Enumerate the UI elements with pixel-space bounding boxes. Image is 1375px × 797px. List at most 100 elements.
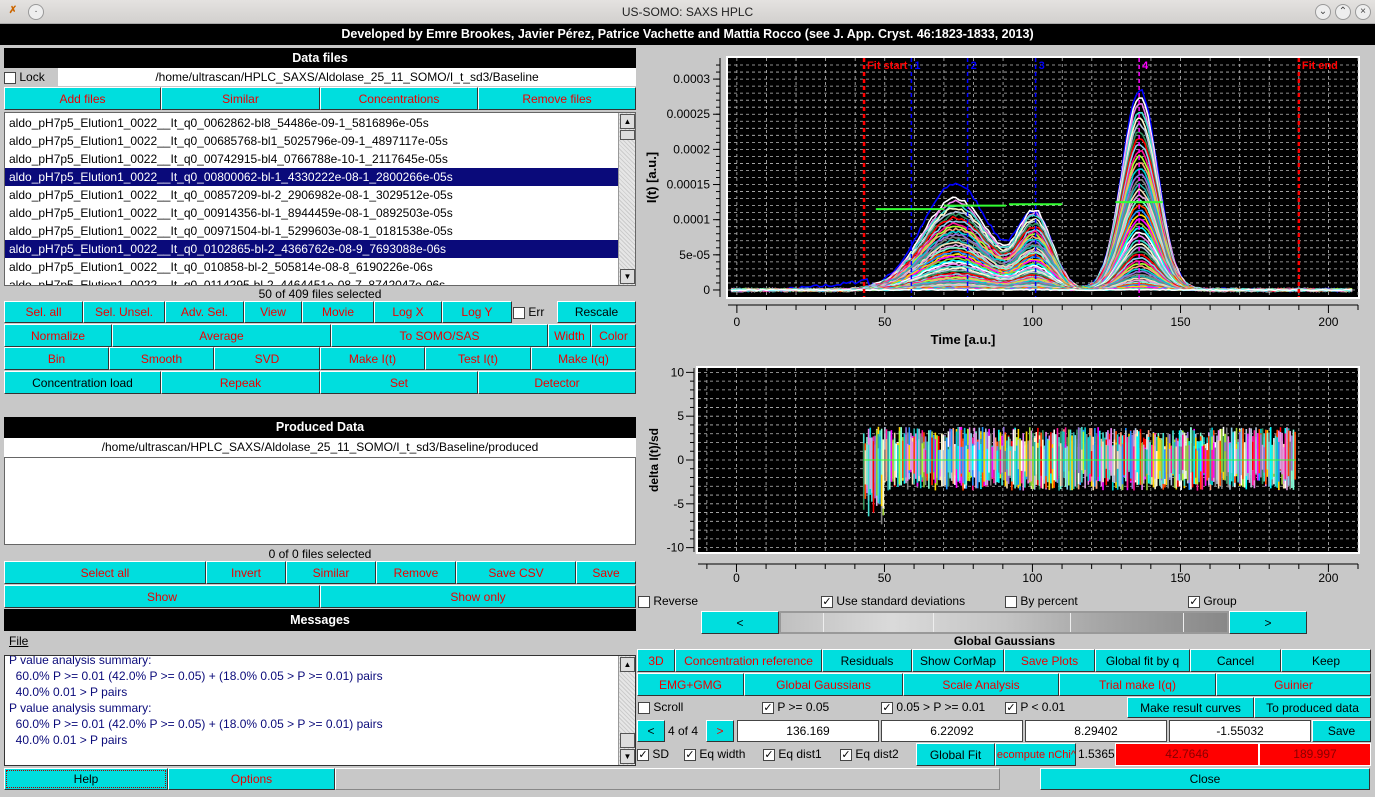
bin-button[interactable]: Bin: [4, 347, 109, 370]
movie-button[interactable]: Movie: [302, 301, 374, 323]
scroll-down-icon[interactable]: ▼: [620, 269, 635, 284]
detector-button[interactable]: Detector: [478, 371, 636, 394]
gaussian-dist2-field[interactable]: -1.55032: [1169, 720, 1311, 742]
file-list-item[interactable]: aldo_pH7p5_Elution1_0022__It_q0_00800062…: [5, 168, 619, 186]
intensity-chart[interactable]: Fit start 1 2 3 4 Fit end 0 5e-05 0.0001 0.00015 0…: [636, 50, 1371, 350]
p-high-checkbox[interactable]: ✓ P >= 0.05: [762, 700, 829, 714]
by-percent-checkbox[interactable]: By percent: [1005, 594, 1078, 608]
residuals-button[interactable]: Residuals: [822, 649, 912, 672]
help-button[interactable]: Help: [4, 768, 168, 790]
param-prev-button[interactable]: <: [637, 720, 665, 742]
p-mid-checkbox[interactable]: ✓ 0.05 > P >= 0.01: [881, 700, 985, 714]
scale-analysis-button[interactable]: Scale Analysis: [903, 673, 1059, 696]
file-list-item[interactable]: aldo_pH7p5_Elution1_0022__It_q0_0062862-…: [5, 114, 619, 132]
guinier-button[interactable]: Guinier: [1216, 673, 1371, 696]
save-csv-button[interactable]: Save CSV: [456, 561, 576, 584]
invert-button[interactable]: Invert: [206, 561, 286, 584]
messages-scrollbar[interactable]: ▲ ▼: [618, 656, 635, 765]
file-list-item[interactable]: aldo_pH7p5_Elution1_0022__It_q0_010858-b…: [5, 258, 619, 276]
eq-width-checkbox-box[interactable]: ✓: [684, 748, 696, 761]
eq-width-checkbox[interactable]: ✓ Eq width: [684, 747, 745, 761]
set-button[interactable]: Set: [320, 371, 478, 394]
log-x-button[interactable]: Log X: [374, 301, 442, 323]
concentrations-button[interactable]: Concentrations: [320, 87, 478, 110]
param-next-button[interactable]: >: [706, 720, 734, 742]
advanced-select-button[interactable]: Adv. Sel.: [165, 301, 244, 323]
similar-button[interactable]: Similar: [161, 87, 320, 110]
gaussian-dist1-field[interactable]: 8.29402: [1025, 720, 1167, 742]
options-button[interactable]: Options: [168, 768, 335, 790]
select-all-button[interactable]: Sel. all: [4, 301, 83, 323]
produced-data-list[interactable]: [4, 457, 636, 545]
use-sd-checkbox[interactable]: ✓ Use standard deviations: [821, 594, 965, 608]
maximize-icon[interactable]: ⌃: [1335, 4, 1351, 20]
file-list-item[interactable]: aldo_pH7p5_Elution1_0022__It_q0_00971504…: [5, 222, 619, 240]
produced-similar-button[interactable]: Similar: [286, 561, 376, 584]
remove-files-button[interactable]: Remove files: [478, 87, 636, 110]
p-low-checkbox[interactable]: ✓ P < 0.01: [1005, 700, 1065, 714]
produced-select-all-button[interactable]: Select all: [4, 561, 206, 584]
file-list-item[interactable]: aldo_pH7p5_Elution1_0022__It_q0_00914356…: [5, 204, 619, 222]
sd-checkbox-box[interactable]: ✓: [637, 748, 649, 761]
show-cormap-button[interactable]: Show CorMap: [912, 649, 1004, 672]
reverse-checkbox[interactable]: Reverse: [638, 594, 698, 608]
curve-slider[interactable]: [779, 611, 1229, 634]
log-y-button[interactable]: Log Y: [442, 301, 512, 323]
scroll-up-icon[interactable]: ▲: [620, 657, 635, 672]
group-checkbox-box[interactable]: ✓: [1188, 595, 1200, 608]
lock-checkbox-box[interactable]: [4, 71, 16, 84]
fit-start-field[interactable]: 42.7646: [1115, 743, 1259, 766]
file-list-item[interactable]: aldo_pH7p5_Elution1_0022__It_q0_00685768…: [5, 132, 619, 150]
p-mid-checkbox-box[interactable]: ✓: [881, 701, 893, 714]
err-checkbox[interactable]: Err: [513, 305, 544, 319]
global-gaussians-button[interactable]: Global Gaussians: [744, 673, 903, 696]
fit-end-field[interactable]: 189.997: [1259, 743, 1371, 766]
show-button[interactable]: Show: [4, 585, 320, 608]
file-list-item[interactable]: aldo_pH7p5_Elution1_0022__It_q0_00857209…: [5, 186, 619, 204]
make-iq-button[interactable]: Make I(q): [531, 347, 636, 370]
window-menu-icon[interactable]: ·: [28, 4, 44, 20]
recompute-nchi2-button[interactable]: Recompute nChi^2: [995, 743, 1076, 766]
next-button[interactable]: >: [1229, 611, 1307, 634]
emg-gmg-button[interactable]: EMG+GMG: [637, 673, 744, 696]
to-produced-data-button[interactable]: To produced data: [1254, 697, 1371, 718]
gaussian-center-field[interactable]: 136.169: [737, 720, 879, 742]
make-it-button[interactable]: Make I(t): [320, 347, 425, 370]
svd-button[interactable]: SVD: [214, 347, 320, 370]
add-files-button[interactable]: Add files: [4, 87, 161, 110]
group-checkbox[interactable]: ✓ Group: [1188, 594, 1237, 608]
3d-button[interactable]: 3D: [637, 649, 675, 672]
repeak-button[interactable]: Repeak: [161, 371, 320, 394]
color-button[interactable]: Color: [591, 324, 636, 347]
p-high-checkbox-box[interactable]: ✓: [762, 701, 774, 714]
scroll-thumb[interactable]: [620, 130, 635, 140]
width-button[interactable]: Width: [548, 324, 591, 347]
file-menu[interactable]: File: [9, 634, 28, 648]
close-button[interactable]: Close: [1040, 768, 1370, 790]
test-it-button[interactable]: Test I(t): [425, 347, 531, 370]
produced-save-button[interactable]: Save: [576, 561, 636, 584]
select-unselected-button[interactable]: Sel. Unsel.: [83, 301, 165, 323]
minimize-icon[interactable]: ⌄: [1315, 4, 1331, 20]
gaussian-width-field[interactable]: 6.22092: [881, 720, 1023, 742]
file-list-item[interactable]: aldo_pH7p5_Elution1_0022__It_q0_0114295-…: [5, 276, 619, 285]
scroll-up-icon[interactable]: ▲: [620, 114, 635, 129]
scroll-checkbox-box[interactable]: [638, 701, 650, 714]
scroll-down-icon[interactable]: ▼: [620, 749, 635, 764]
remove-button[interactable]: Remove: [376, 561, 456, 584]
cancel-button[interactable]: Cancel: [1190, 649, 1281, 672]
save-plots-button[interactable]: Save Plots: [1004, 649, 1095, 672]
scroll-checkbox[interactable]: Scroll: [638, 700, 683, 714]
keep-button[interactable]: Keep: [1281, 649, 1371, 672]
rescale-button[interactable]: Rescale: [557, 301, 636, 323]
average-button[interactable]: Average: [112, 324, 331, 347]
prev-button[interactable]: <: [701, 611, 779, 634]
p-low-checkbox-box[interactable]: ✓: [1005, 701, 1017, 714]
concentration-load-button[interactable]: Concentration load: [4, 371, 161, 394]
sd-checkbox[interactable]: ✓ SD: [637, 747, 669, 761]
trial-make-iq-button[interactable]: Trial make I(q): [1059, 673, 1216, 696]
normalize-button[interactable]: Normalize: [4, 324, 112, 347]
close-window-icon[interactable]: ×: [1355, 4, 1371, 20]
eq-dist1-checkbox-box[interactable]: ✓: [763, 748, 775, 761]
show-only-button[interactable]: Show only: [320, 585, 636, 608]
